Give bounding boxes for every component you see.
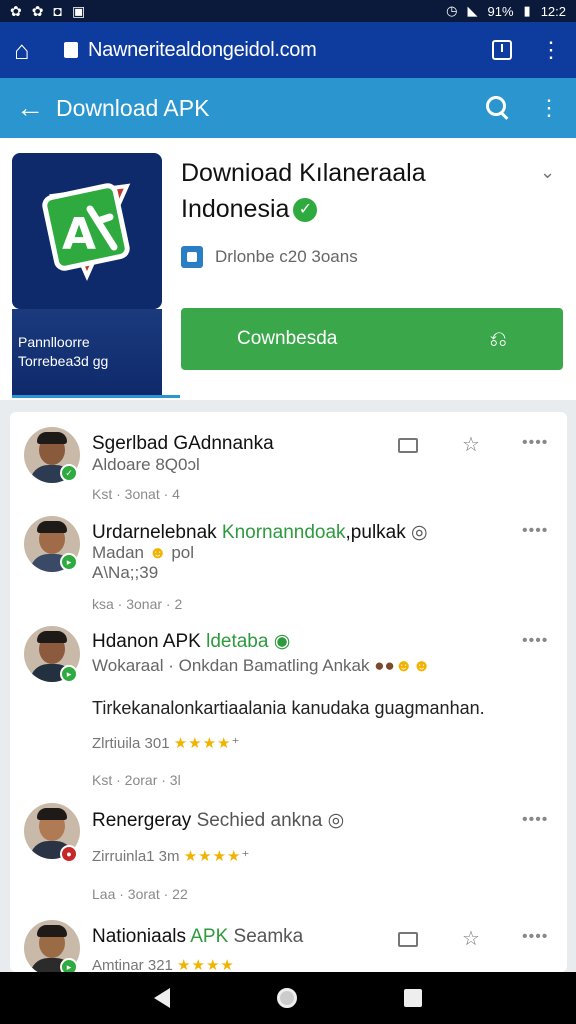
nav-home-icon[interactable] [276, 988, 297, 1008]
emoji-icon: ☻☻ [394, 656, 431, 675]
badge-icon: ✓ [60, 464, 78, 482]
review-item: ✓ Sgerlbad GAdnnanka Aldoare 8Q0ɔl Kst ·… [10, 412, 567, 512]
badge-icon: ● [60, 845, 78, 863]
browser-menu-icon[interactable]: ⋮ [540, 39, 562, 61]
chevron-down-icon[interactable]: ⌄ [540, 162, 555, 183]
more-icon[interactable]: •••• [522, 811, 548, 829]
banner-line: Torrebea3d gg [18, 353, 109, 369]
review-rating: Zirruinla1 3m ★★★★⁺ [92, 848, 250, 865]
notification-icon: ▣ [71, 2, 86, 19]
review-item: ▸ Urdarnelebnak Knornanndoak,pulkak ◎ Ma… [10, 512, 567, 622]
reviewer-sub2: A\Na;;39 [92, 563, 159, 582]
nav-recents-icon[interactable] [404, 989, 423, 1007]
search-icon[interactable] [486, 96, 510, 120]
rating-stars: ★★★★ [177, 957, 235, 972]
verified-check-icon: ✓ [293, 198, 318, 223]
share-icon[interactable]: ⎌ [489, 326, 507, 352]
developer-name: Drlonbe c20 3oans [215, 247, 358, 266]
page-title: Download APK [56, 94, 210, 121]
review-meta: Laa · 3orat · 22 [92, 886, 188, 902]
more-icon[interactable]: •••• [522, 522, 548, 540]
app-banner: Pannlloorre Torrebea3d gg [12, 309, 180, 398]
clock: 12:2 [540, 3, 566, 19]
app-logo-icon: A [12, 153, 162, 309]
reviewer-sub: Madan ☻ pol [92, 543, 195, 562]
review-meta: Kst · 2orar · 3l [92, 772, 181, 788]
notification-icon: ✿ [31, 2, 44, 19]
system-nav-bar [0, 972, 576, 1024]
reviewer-name: Nationiaals APK Seamka [92, 926, 304, 947]
more-icon[interactable]: •••• [522, 632, 548, 650]
review-item: ▸ Nationiaals APK Seamka Amtinar 321 ★★★… [10, 912, 567, 972]
review-text: Tirkekanalonkartiaalania kanudaka guagma… [92, 698, 485, 718]
badge-icon: ▸ [60, 665, 78, 683]
developer-row: Drlonbe c20 3oans [181, 246, 358, 268]
app-title: Downioad Kılaneraala Indonesia ✓ [181, 155, 521, 227]
battery-percent: 91% [487, 3, 514, 19]
app-header-card: A Pannlloorre Torrebea3d gg Downioad Kıl… [0, 138, 576, 400]
url-field[interactable]: Nawneritealdongeidol.com [88, 39, 492, 62]
reviewer-sub: Wokaraal · Onkdan Bamatling Ankak ●●☻☻ [92, 656, 431, 675]
developer-icon [181, 246, 203, 268]
tabs-icon[interactable] [492, 40, 512, 60]
browser-url-bar: ⌂ Nawneritealdongeidol.com ⋮ [0, 22, 576, 78]
app-title-line: Downioad Kılaneraala [181, 159, 426, 187]
download-label: Cownbesda [237, 328, 338, 349]
review-item: ● Renergeray Sechied ankna ◎ Zirruinla1 … [10, 797, 567, 912]
home-icon[interactable]: ⌂ [14, 35, 48, 66]
review-meta: ksa · 3onar · 2 [92, 596, 183, 612]
review-meta: Kst · 3onat · 4 [92, 486, 180, 502]
review-item: ▸ Hdanon APK ldetaba ◉ Wokaraal · Onkdan… [10, 622, 567, 797]
info-icon: ◎ [327, 810, 345, 831]
reviewer-sub: Aldoare 8Q0ɔl [92, 455, 200, 474]
reviewer-name: Urdarnelebnak Knornanndoak,pulkak ◎ [92, 522, 428, 543]
battery-icon: ▮ [523, 3, 531, 18]
page-icon [64, 42, 78, 58]
save-icon[interactable] [398, 932, 418, 947]
badge-icon: ▸ [60, 958, 78, 972]
info-icon: ◎ [411, 522, 428, 543]
status-notifications: ✿ ✿ ◘ ▣ [10, 3, 85, 20]
signal-icon: ◣ [467, 3, 478, 18]
app-bar: ← Download APK ⋮ [0, 78, 576, 138]
reviewer-name: Sgerlbad GAdnnanka [92, 433, 274, 454]
star-icon[interactable]: ☆ [462, 432, 480, 457]
rating-stars: ★★★★ [173, 735, 232, 752]
badge-icon: ▸ [60, 553, 78, 571]
status-bar: ✿ ✿ ◘ ▣ ◷ ◣ 91% ▮ 12:2 [0, 0, 576, 22]
save-icon[interactable] [398, 438, 418, 453]
nav-back-icon[interactable] [153, 988, 170, 1008]
reviewer-name: Hdanon APK ldetaba ◉ [92, 631, 291, 652]
app-title-line: Indonesia [181, 195, 290, 223]
reviews-list: ✓ Sgerlbad GAdnnanka Aldoare 8Q0ɔl Kst ·… [10, 412, 567, 972]
star-icon[interactable]: ☆ [462, 926, 480, 951]
download-button[interactable]: Cownbesda ⎌ [181, 308, 563, 370]
rating-stars: ★★★★ [183, 848, 242, 865]
more-icon[interactable]: •••• [522, 434, 548, 452]
verified-icon: ◉ [273, 631, 291, 652]
notification-icon: ✿ [10, 2, 22, 19]
banner-line: Pannlloorre [18, 334, 90, 351]
status-system: ◷ ◣ 91% ▮ 12:2 [446, 3, 566, 19]
back-arrow-icon[interactable]: ← [16, 92, 56, 124]
emoji-icon: ☻ [148, 543, 167, 562]
reviewer-name: Renergeray Sechied ankna ◎ [92, 810, 345, 831]
review-rating: Amtinar 321 ★★★★ [92, 957, 235, 972]
notification-icon: ◘ [53, 3, 62, 19]
alarm-icon: ◷ [446, 3, 458, 18]
overflow-menu-icon[interactable]: ⋮ [538, 95, 560, 121]
reaction-avatars-icon: ●● [374, 656, 395, 675]
review-rating: Zlrtiuila 301 ★★★★⁺ [92, 735, 240, 752]
more-icon[interactable]: •••• [522, 928, 548, 946]
